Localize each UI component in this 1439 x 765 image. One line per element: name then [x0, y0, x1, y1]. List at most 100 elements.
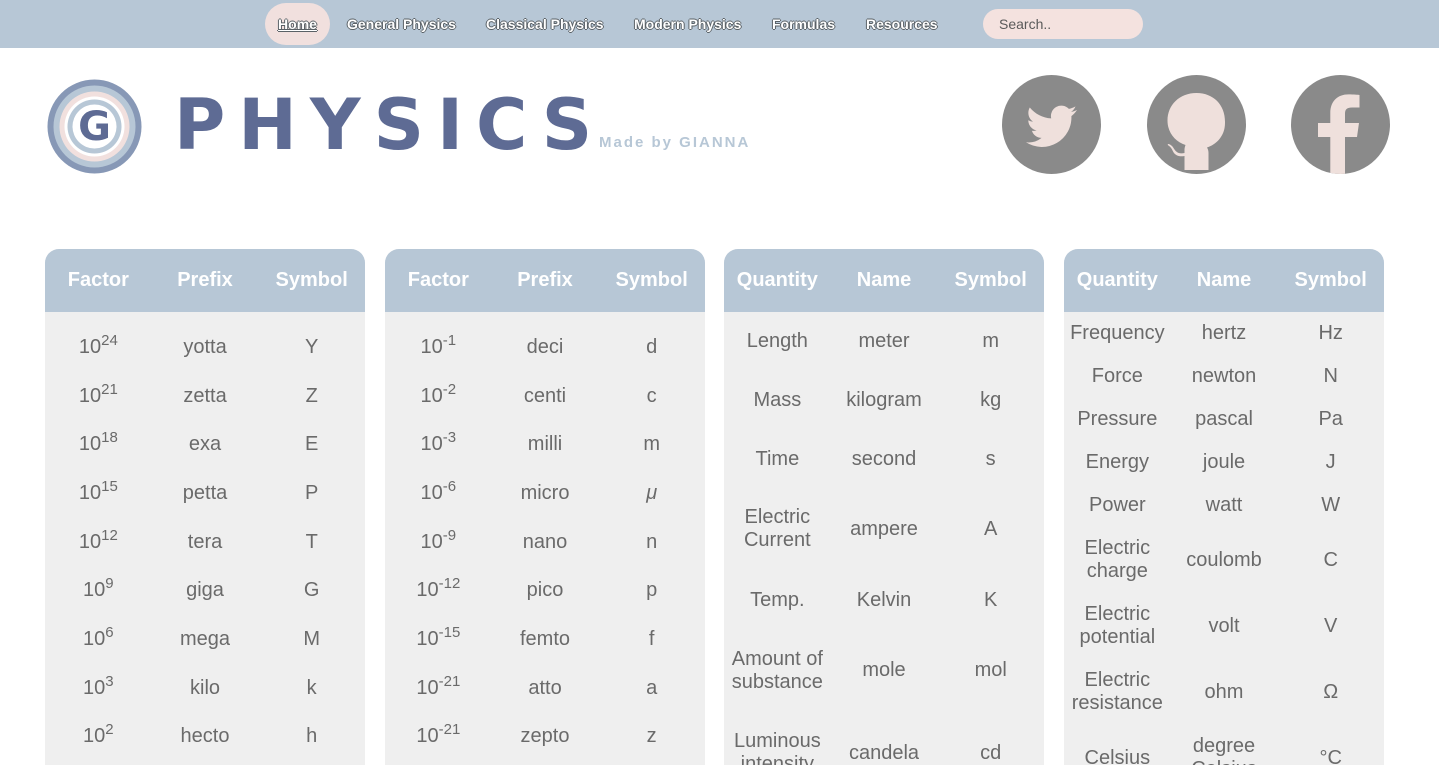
- table-header: Factor Prefix Symbol: [385, 249, 705, 312]
- table-row: 1018 exa E: [45, 420, 365, 469]
- table-header: Factor Prefix Symbol: [45, 249, 365, 312]
- name-cell: Kelvin: [856, 588, 912, 611]
- prefix-cell: tera: [187, 530, 223, 553]
- symbol-cell: p: [646, 579, 658, 602]
- symbol-cell: d: [646, 335, 658, 358]
- symbol-cell: P: [305, 481, 319, 504]
- prefix-cell: femto: [519, 627, 571, 650]
- quantity-cell: Power: [1088, 494, 1146, 516]
- table-row: 10-21 zepto z: [385, 713, 705, 762]
- factor-cell: 10-3: [420, 428, 457, 456]
- quantity-cell: Electric potential: [1079, 603, 1156, 648]
- github-link[interactable]: [1147, 75, 1246, 174]
- table-row: Electric potential volt V: [1064, 593, 1384, 659]
- column-header: Name: [856, 269, 912, 291]
- table-row: 109 giga G: [45, 566, 365, 615]
- twitter-link[interactable]: [1002, 75, 1101, 174]
- facebook-icon: [1318, 94, 1360, 174]
- factor-cell: 1018: [78, 428, 118, 456]
- prefix-cell: kilo: [190, 676, 221, 699]
- table-row: Length meter m: [724, 314, 1044, 368]
- factor-cell: 106: [83, 623, 114, 650]
- factor-cell: 102: [83, 721, 114, 748]
- factor-cell: 109: [83, 575, 114, 602]
- factor-cell: 10-1: [420, 331, 457, 358]
- column-header: Symbol: [275, 269, 348, 291]
- github-icon: [1167, 93, 1226, 170]
- column-header: Factor: [407, 269, 469, 291]
- nav-general-physics[interactable]: General Physics: [347, 3, 456, 45]
- search-input[interactable]: [983, 9, 1143, 39]
- table-row: 1024 yotta Y: [45, 323, 365, 372]
- name-cell: pascal: [1195, 408, 1253, 430]
- factor-cell: 1015: [78, 477, 118, 504]
- prefix-cell: pico: [526, 579, 564, 602]
- top-nav: Home General Physics Classical Physics M…: [0, 0, 1439, 48]
- prefix-table-large: Factor Prefix Symbol 1024 yotta Y 1021 z…: [45, 249, 365, 765]
- prefix-cell: zetta: [183, 384, 227, 407]
- name-cell: mole: [862, 659, 906, 681]
- symbol-cell: °C: [1319, 746, 1342, 765]
- twitter-icon: [1026, 105, 1077, 147]
- quantity-cell: Pressure: [1077, 408, 1158, 430]
- symbol-cell: cd: [980, 741, 1002, 764]
- name-cell: volt: [1208, 614, 1240, 637]
- table-row: 1015 petta P: [45, 469, 365, 518]
- factor-cell: 10-12: [416, 575, 461, 602]
- name-cell: joule: [1202, 451, 1246, 473]
- symbol-cell: T: [305, 530, 318, 553]
- made-by-label: Made by GIANNA: [599, 134, 751, 151]
- table-row: 10-21 atto a: [385, 664, 705, 713]
- column-header: Quantity: [736, 269, 818, 291]
- table-row: 1021 zetta Z: [45, 372, 365, 421]
- prefix-cell: milli: [527, 433, 563, 456]
- factor-cell: 10-2: [420, 380, 457, 407]
- nav-resources[interactable]: Resources: [866, 3, 938, 45]
- symbol-cell: m: [982, 329, 1000, 352]
- facebook-link[interactable]: [1291, 75, 1390, 174]
- prefix-cell: petta: [182, 481, 228, 504]
- symbol-cell: V: [1324, 614, 1338, 637]
- symbol-cell: k: [306, 676, 317, 699]
- table-row: 10-9 nano n: [385, 518, 705, 567]
- table-row: Energy joule J: [1064, 441, 1384, 484]
- column-header: Name: [1196, 269, 1252, 291]
- table-row: Temp. Kelvin K: [724, 572, 1044, 628]
- table-row: Electric Current ampere A: [724, 486, 1044, 572]
- table-header: Quantity Name Symbol: [1064, 249, 1384, 312]
- column-header: Prefix: [177, 269, 233, 291]
- quantity-cell: Electric resistance: [1071, 669, 1163, 714]
- column-header: Symbol: [1294, 269, 1367, 291]
- name-cell: candela: [848, 741, 920, 764]
- table-row: 10-2 centi c: [385, 372, 705, 421]
- symbol-cell: Z: [305, 384, 318, 407]
- site-title: PHYSICS: [174, 84, 606, 166]
- table-row: Luminous intensity candela cd: [724, 713, 1044, 765]
- table-row: 10-15 femto f: [385, 615, 705, 664]
- nav-home[interactable]: Home: [265, 3, 330, 45]
- nav-formulas[interactable]: Formulas: [772, 3, 835, 45]
- factor-cell: 1021: [78, 380, 118, 407]
- site-logo[interactable]: G: [47, 79, 142, 174]
- prefix-cell: mega: [179, 627, 231, 650]
- symbol-cell: c: [646, 384, 657, 407]
- name-cell: watt: [1205, 494, 1243, 516]
- symbol-cell: kg: [980, 388, 1002, 411]
- name-cell: degree Celsius: [1191, 735, 1257, 765]
- name-cell: coulomb: [1186, 548, 1262, 571]
- table-header: Quantity Name Symbol: [724, 249, 1044, 312]
- column-header: Factor: [67, 269, 129, 291]
- quantity-cell: Frequency: [1070, 322, 1165, 344]
- symbol-cell: Y: [305, 335, 319, 358]
- nav-modern-physics[interactable]: Modern Physics: [634, 3, 741, 45]
- table-row: Force newton N: [1064, 355, 1384, 398]
- factor-cell: 10-9: [420, 526, 457, 553]
- prefix-cell: giga: [186, 579, 224, 602]
- quantity-cell: Electric Current: [743, 506, 811, 551]
- table-row: 10-3 milli m: [385, 420, 705, 469]
- nav-classical-physics[interactable]: Classical Physics: [486, 3, 604, 45]
- symbol-cell: h: [306, 725, 318, 748]
- table-row: Celsius degree Celsius °C: [1064, 725, 1384, 765]
- prefix-cell: yotta: [183, 335, 227, 358]
- prefix-cell: centi: [523, 384, 567, 407]
